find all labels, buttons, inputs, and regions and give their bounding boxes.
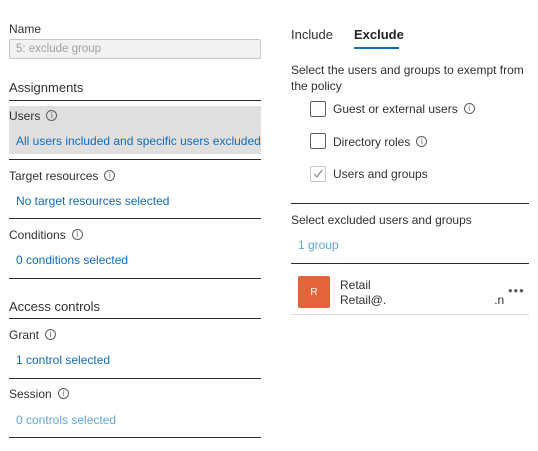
- divider: [9, 100, 261, 101]
- divider: [291, 263, 529, 264]
- users-summary-link[interactable]: All users included and specific users ex…: [16, 134, 261, 148]
- info-icon: i: [104, 170, 116, 182]
- divider: [9, 278, 261, 279]
- info-icon: i: [46, 110, 58, 122]
- directory-roles-label-row: Directory roles i: [333, 135, 428, 149]
- divider: [9, 159, 261, 160]
- info-icon: i: [45, 329, 57, 341]
- grant-label: Grant: [9, 328, 40, 342]
- excluded-users-heading: Select excluded users and groups: [291, 213, 472, 227]
- access-controls-heading: Access controls: [9, 299, 101, 314]
- name-label: Name: [9, 22, 42, 36]
- guest-external-users-checkbox[interactable]: [310, 101, 326, 117]
- info-icon: i: [416, 136, 428, 148]
- group-email: Retail@. .n: [340, 293, 504, 307]
- conditions-link[interactable]: 0 conditions selected: [16, 253, 128, 267]
- tab-include[interactable]: Include: [291, 27, 333, 42]
- conditions-label: Conditions: [9, 228, 66, 242]
- group-count-link[interactable]: 1 group: [298, 238, 339, 252]
- guest-external-users-label: Guest or external users: [333, 102, 458, 116]
- group-name: Retail: [340, 278, 371, 292]
- info-icon: i: [71, 229, 83, 241]
- session-label-row: Session i: [9, 387, 69, 401]
- policy-name-input[interactable]: [9, 39, 261, 59]
- target-resources-link[interactable]: No target resources selected: [16, 194, 169, 208]
- info-icon: i: [463, 103, 475, 115]
- target-resources-label-row: Target resources i: [9, 169, 116, 183]
- divider: [9, 437, 261, 438]
- assignments-heading: Assignments: [9, 80, 84, 95]
- target-resources-label: Target resources: [9, 169, 99, 183]
- info-icon: i: [57, 388, 69, 400]
- session-label: Session: [9, 387, 52, 401]
- users-label: Users: [9, 109, 41, 123]
- divider: [291, 314, 529, 315]
- grant-link[interactable]: 1 control selected: [16, 353, 110, 367]
- users-and-groups-checkbox[interactable]: [310, 166, 326, 182]
- divider: [9, 318, 261, 319]
- tab-selected-indicator: [354, 47, 399, 49]
- users-and-groups-label: Users and groups: [333, 167, 428, 181]
- directory-roles-label: Directory roles: [333, 135, 411, 149]
- users-assignment[interactable]: Users i All users included and specific u…: [9, 106, 261, 154]
- grant-label-row: Grant i: [9, 328, 57, 342]
- avatar: R: [298, 276, 330, 308]
- users-label-row: Users i: [9, 109, 58, 123]
- divider: [9, 378, 261, 379]
- group-email-end: .n: [494, 293, 505, 307]
- conditions-label-row: Conditions i: [9, 228, 83, 242]
- more-icon[interactable]: •••: [508, 283, 525, 298]
- guest-external-users-label-row: Guest or external users i: [333, 102, 475, 116]
- exclude-instructions: Select the users and groups to exempt fr…: [291, 63, 524, 93]
- session-link[interactable]: 0 controls selected: [16, 413, 116, 427]
- checkmark-icon: [313, 169, 323, 178]
- divider: [291, 203, 529, 204]
- group-email-start: Retail@.: [340, 293, 387, 307]
- divider: [9, 218, 261, 219]
- directory-roles-checkbox[interactable]: [310, 133, 326, 149]
- tab-exclude[interactable]: Exclude: [354, 27, 404, 42]
